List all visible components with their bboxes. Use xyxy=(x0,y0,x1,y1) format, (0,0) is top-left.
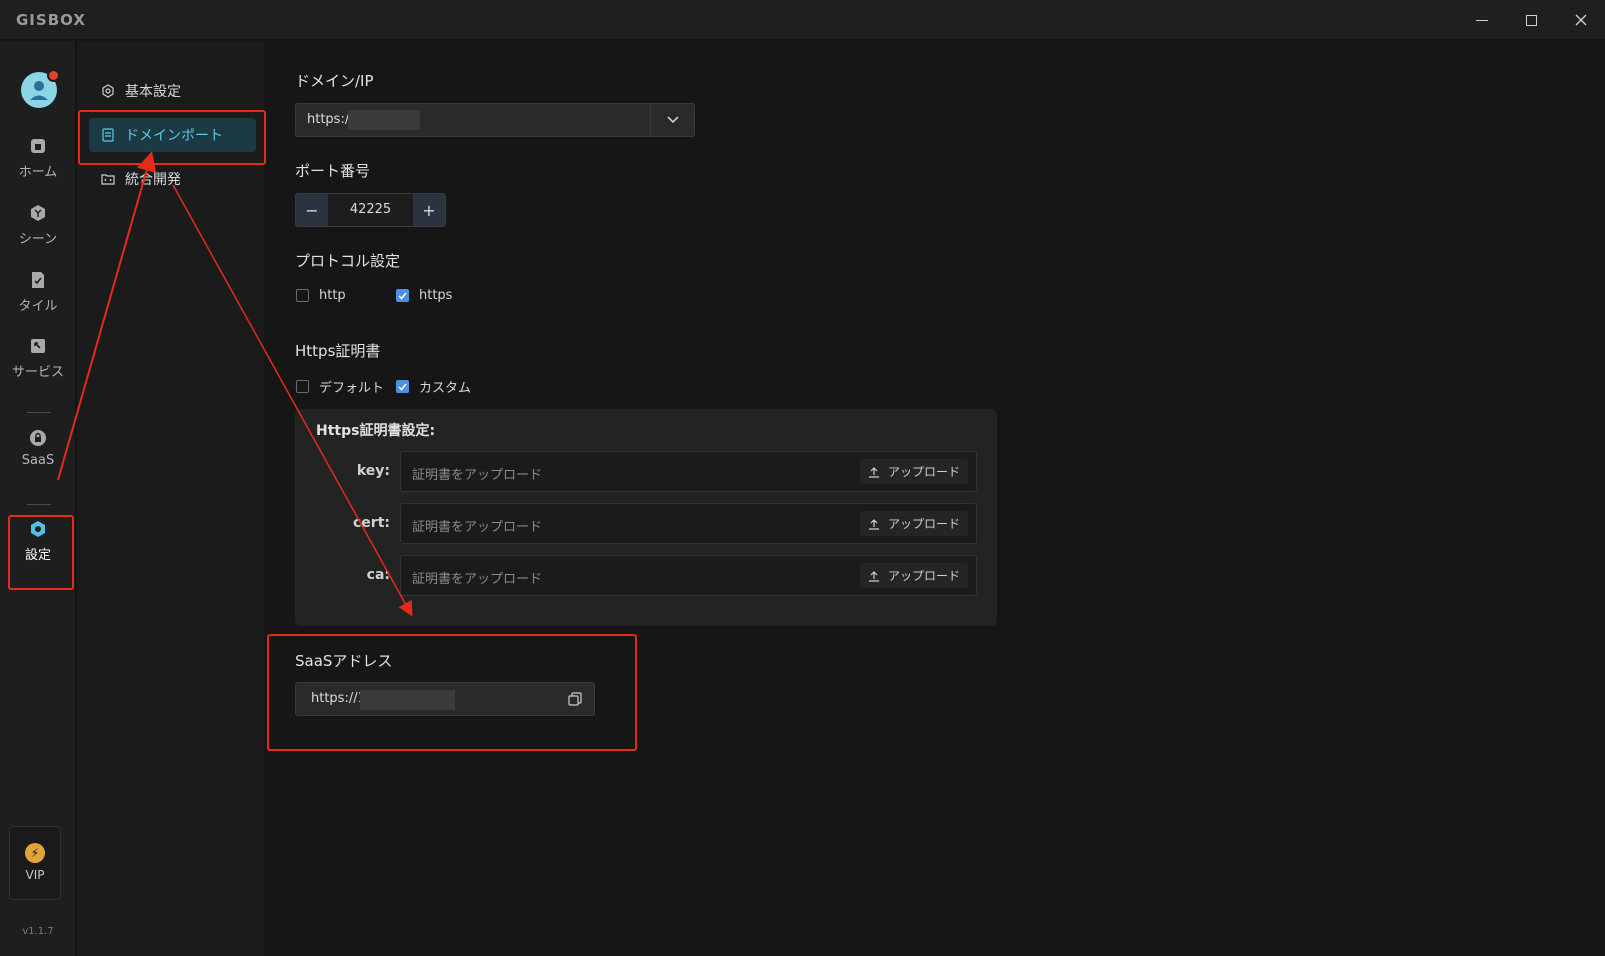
title-bar: GISBOX xyxy=(0,0,1605,40)
copy-icon[interactable] xyxy=(568,692,582,706)
saas-icon xyxy=(29,429,47,447)
upload-placeholder: 証明書をアップロード xyxy=(412,468,543,483)
checkbox-unchecked[interactable] xyxy=(296,380,309,393)
chevron-down-icon xyxy=(666,116,679,124)
subnav-item-label: 基本設定 xyxy=(125,84,181,100)
vip-button[interactable]: ⚡ VIP xyxy=(9,826,61,900)
minimize-button[interactable] xyxy=(1462,6,1502,34)
upload-placeholder: 証明書をアップロード xyxy=(412,572,543,587)
code-icon xyxy=(101,172,115,186)
gear-icon xyxy=(101,84,115,98)
subnav-item-integration[interactable]: 統合開発 xyxy=(89,162,256,196)
upload-icon xyxy=(868,570,880,582)
subnav-item-label: 統合開発 xyxy=(125,172,181,188)
tile-icon xyxy=(29,271,47,289)
key-upload-field[interactable]: 証明書をアップロード アップロード xyxy=(400,451,977,492)
ca-label: ca: xyxy=(366,567,390,583)
rail-item-home[interactable]: ホーム xyxy=(0,137,76,197)
checkbox-unchecked[interactable] xyxy=(296,289,309,302)
maximize-button[interactable] xyxy=(1511,6,1551,34)
app-version: v1.1.7 xyxy=(22,926,54,937)
home-icon xyxy=(29,137,47,155)
rail-divider xyxy=(27,504,51,505)
cert-upload-field[interactable]: 証明書をアップロード アップロード xyxy=(400,503,977,544)
dropdown-toggle[interactable] xyxy=(650,104,694,136)
subnav-item-domain-port[interactable]: ドメインポート xyxy=(89,118,256,152)
checkbox-label: デフォルト xyxy=(319,381,385,396)
close-button[interactable] xyxy=(1561,6,1601,34)
upload-icon xyxy=(868,518,880,530)
redacted-region xyxy=(348,110,420,130)
vip-label: VIP xyxy=(25,868,45,882)
maximize-icon xyxy=(1525,14,1537,26)
rail-item-label: SaaS xyxy=(21,453,55,468)
key-label: key: xyxy=(356,463,390,479)
subnav-item-label: ドメインポート xyxy=(125,128,223,144)
rail-item-saas[interactable]: SaaS xyxy=(0,429,76,489)
redacted-region xyxy=(360,690,455,710)
service-icon xyxy=(29,337,47,355)
https-cert-label: Https証明書 xyxy=(295,342,381,360)
protocol-https-checkbox[interactable]: https xyxy=(396,288,452,303)
domain-value: https:/ xyxy=(307,112,350,127)
upload-button-label: アップロード xyxy=(887,517,960,531)
check-icon xyxy=(398,292,407,300)
close-icon xyxy=(1575,14,1587,26)
minimize-icon xyxy=(1476,19,1488,21)
decrement-button[interactable]: − xyxy=(296,194,328,226)
ca-upload-button[interactable]: アップロード xyxy=(859,563,968,588)
cert-panel-title: Https証明書設定: xyxy=(316,423,436,439)
domain-label: ドメイン/IP xyxy=(295,72,374,90)
port-stepper[interactable]: − 42225 + xyxy=(295,193,446,227)
checkbox-checked[interactable] xyxy=(396,289,409,302)
upload-placeholder: 証明書をアップロード xyxy=(412,520,543,535)
upload-icon xyxy=(868,466,880,478)
rail-item-service[interactable]: サービス xyxy=(0,337,76,397)
checkbox-label: http xyxy=(319,288,346,303)
settings-subnav: 基本設定 ドメインポート 統合開発 xyxy=(77,41,264,956)
upload-button-label: アップロード xyxy=(887,569,960,583)
upload-button-label: アップロード xyxy=(887,465,960,479)
rail-item-settings[interactable]: 設定 xyxy=(0,520,76,580)
lightning-icon: ⚡ xyxy=(25,843,45,863)
rail-item-label: シーン xyxy=(18,232,58,247)
rail-item-tile[interactable]: タイル xyxy=(0,271,76,331)
rail-item-label: サービス xyxy=(11,365,64,380)
protocol-http-checkbox[interactable]: http xyxy=(296,288,346,303)
increment-button[interactable]: + xyxy=(413,194,445,226)
saas-address-label: SaaSアドレス xyxy=(295,652,393,670)
app-logo: GISBOX xyxy=(16,11,86,29)
checkbox-checked[interactable] xyxy=(396,380,409,393)
ca-upload-field[interactable]: 証明書をアップロード アップロード xyxy=(400,555,977,596)
settings-icon xyxy=(29,520,47,538)
cert-custom-checkbox[interactable]: カスタム xyxy=(396,377,471,396)
domain-icon xyxy=(101,128,115,142)
port-label: ポート番号 xyxy=(295,162,371,180)
rail-item-label: ホーム xyxy=(18,165,58,180)
scene-icon xyxy=(29,204,47,222)
left-rail: ホーム シーン タイル サービス SaaS 設定 ⚡ VIP v1.1.7 xyxy=(0,41,76,956)
rail-item-label: 設定 xyxy=(24,548,51,563)
rail-item-label: タイル xyxy=(18,299,58,314)
key-upload-button[interactable]: アップロード xyxy=(859,459,968,484)
rail-divider xyxy=(27,412,51,413)
port-value[interactable]: 42225 xyxy=(328,194,413,226)
subnav-item-basic-settings[interactable]: 基本設定 xyxy=(89,74,256,108)
cert-label: cert: xyxy=(353,515,390,531)
check-icon xyxy=(398,383,407,391)
checkbox-label: https xyxy=(419,288,453,303)
notification-badge xyxy=(47,69,60,82)
cert-upload-button[interactable]: アップロード xyxy=(859,511,968,536)
protocol-label: プロトコル設定 xyxy=(295,252,401,270)
saas-address-value: https://1 xyxy=(311,691,366,706)
rail-item-scene[interactable]: シーン xyxy=(0,204,76,264)
checkbox-label: カスタム xyxy=(419,381,472,396)
cert-default-checkbox[interactable]: デフォルト xyxy=(296,377,384,396)
